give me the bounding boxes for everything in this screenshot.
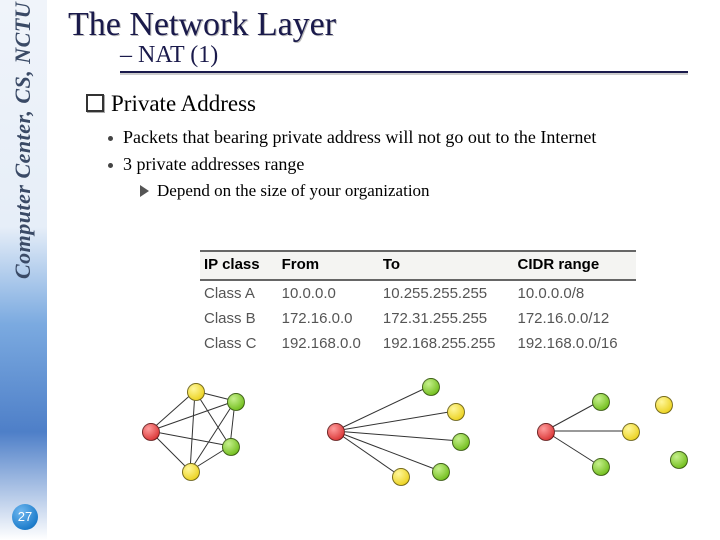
slide-title: The Network Layer — [68, 6, 710, 44]
table-header: From — [278, 251, 379, 280]
sub-bullet-2: 3 private addresses range — [123, 154, 304, 174]
node-icon — [592, 458, 610, 476]
table-cell: Class B — [200, 306, 278, 331]
triangle-bullet-icon — [140, 185, 149, 197]
node-icon — [670, 451, 688, 469]
node-icon — [142, 423, 160, 441]
table-row: Class A 10.0.0.0 10.255.255.255 10.0.0.0… — [200, 280, 636, 306]
sub-bullet-1: Packets that bearing private address wil… — [123, 127, 596, 147]
sidebar-affiliation: Computer Center, CS, NCTU — [10, 2, 36, 362]
table-cell: 10.255.255.255 — [379, 280, 514, 306]
table-cell: 192.168.0.0/16 — [513, 331, 635, 356]
page-number-badge: 27 — [12, 504, 38, 530]
node-icon — [187, 383, 205, 401]
node-icon — [222, 438, 240, 456]
ip-class-table: IP class From To CIDR range Class A 10.0… — [200, 250, 636, 356]
node-icon — [227, 393, 245, 411]
table-row: Class B 172.16.0.0 172.31.255.255 172.16… — [200, 306, 636, 331]
table-cell: 10.0.0.0/8 — [513, 280, 635, 306]
table-cell: 192.168.0.0 — [278, 331, 379, 356]
table-cell: Class A — [200, 280, 278, 306]
node-icon — [592, 393, 610, 411]
dot-bullet-icon — [108, 136, 113, 141]
node-icon — [452, 433, 470, 451]
node-icon — [622, 423, 640, 441]
table-cell: 172.16.0.0 — [278, 306, 379, 331]
node-icon — [537, 423, 555, 441]
node-icon — [655, 396, 673, 414]
table-row: Class C 192.168.0.0 192.168.255.255 192.… — [200, 331, 636, 356]
slide-content: The Network Layer – NAT (1) Private Addr… — [60, 0, 710, 201]
bullet-level2: Packets that bearing private address wil… — [108, 127, 710, 201]
slide-subtitle: – NAT (1) — [120, 42, 688, 73]
bullet-level1: Private Address — [86, 91, 710, 117]
sidebar-gradient: Computer Center, CS, NCTU — [0, 0, 47, 540]
node-icon — [182, 463, 200, 481]
node-icon — [447, 403, 465, 421]
node-icon — [432, 463, 450, 481]
table-header: To — [379, 251, 514, 280]
table-cell: 172.31.255.255 — [379, 306, 514, 331]
table-header: CIDR range — [513, 251, 635, 280]
node-icon — [422, 378, 440, 396]
dot-bullet-icon — [108, 163, 113, 168]
sub-bullet-2a: Depend on the size of your organization — [157, 181, 430, 200]
table-header: IP class — [200, 251, 278, 280]
table-cell: Class C — [200, 331, 278, 356]
bullet1-text: Private Address — [111, 91, 256, 116]
square-bullet-icon — [86, 94, 104, 112]
node-icon — [327, 423, 345, 441]
table-cell: 192.168.255.255 — [379, 331, 514, 356]
table-cell: 10.0.0.0 — [278, 280, 379, 306]
table-cell: 172.16.0.0/12 — [513, 306, 635, 331]
node-icon — [392, 468, 410, 486]
network-topology-figure — [130, 376, 690, 486]
